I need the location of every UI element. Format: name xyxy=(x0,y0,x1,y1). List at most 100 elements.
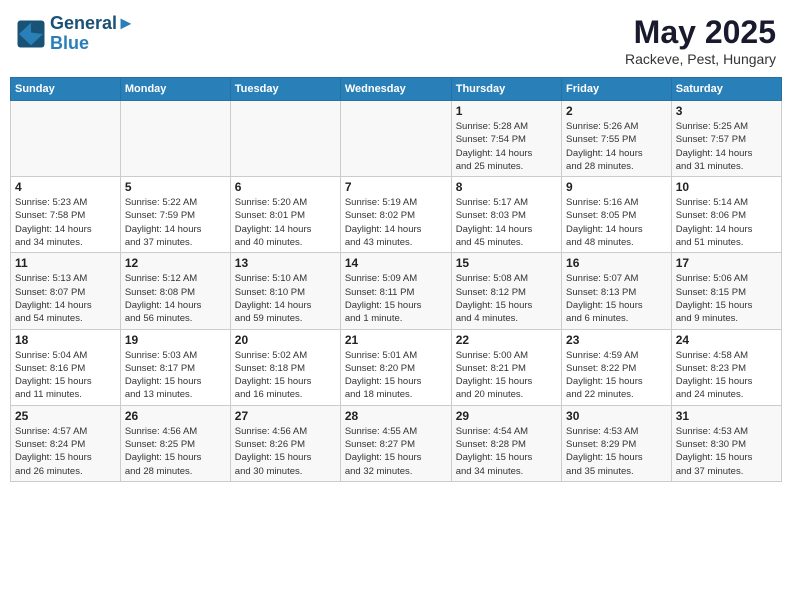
location-title: Rackeve, Pest, Hungary xyxy=(625,51,776,67)
day-number: 13 xyxy=(235,256,336,270)
day-info: Sunrise: 5:23 AMSunset: 7:58 PMDaylight:… xyxy=(15,196,116,249)
day-number: 6 xyxy=(235,180,336,194)
calendar-week: 4 Sunrise: 5:23 AMSunset: 7:58 PMDaylight… xyxy=(11,177,782,253)
day-number: 28 xyxy=(345,409,447,423)
day-info: Sunrise: 4:54 AMSunset: 8:28 PMDaylight:… xyxy=(456,425,557,478)
calendar-cell: 30 Sunrise: 4:53 AMSunset: 8:29 PMDayligh… xyxy=(562,405,672,481)
day-info: Sunrise: 4:58 AMSunset: 8:23 PMDaylight:… xyxy=(676,349,777,402)
weekday-header: Wednesday xyxy=(340,78,451,101)
calendar-cell: 13 Sunrise: 5:10 AMSunset: 8:10 PMDayligh… xyxy=(230,253,340,329)
page-header: General► Blue May 2025 Rackeve, Pest, Hu… xyxy=(10,10,782,71)
calendar-cell: 3 Sunrise: 5:25 AMSunset: 7:57 PMDaylight… xyxy=(671,101,781,177)
month-title: May 2025 xyxy=(625,14,776,51)
day-info: Sunrise: 5:14 AMSunset: 8:06 PMDaylight:… xyxy=(676,196,777,249)
calendar-cell: 6 Sunrise: 5:20 AMSunset: 8:01 PMDaylight… xyxy=(230,177,340,253)
day-number: 27 xyxy=(235,409,336,423)
day-number: 29 xyxy=(456,409,557,423)
day-info: Sunrise: 4:53 AMSunset: 8:29 PMDaylight:… xyxy=(566,425,667,478)
calendar-header: SundayMondayTuesdayWednesdayThursdayFrid… xyxy=(11,78,782,101)
calendar-cell: 23 Sunrise: 4:59 AMSunset: 8:22 PMDayligh… xyxy=(562,329,672,405)
calendar-cell: 2 Sunrise: 5:26 AMSunset: 7:55 PMDaylight… xyxy=(562,101,672,177)
calendar-week: 11Sunrise: 5:13 AMSunset: 8:07 PMDayligh… xyxy=(11,253,782,329)
calendar-cell: 20 Sunrise: 5:02 AMSunset: 8:18 PMDayligh… xyxy=(230,329,340,405)
calendar-cell xyxy=(11,101,121,177)
calendar-cell: 25 Sunrise: 4:57 AMSunset: 8:24 PMDayligh… xyxy=(11,405,121,481)
calendar-cell: 8 Sunrise: 5:17 AMSunset: 8:03 PMDaylight… xyxy=(451,177,561,253)
day-info: Sunrise: 5:28 AMSunset: 7:54 PMDaylight:… xyxy=(456,120,557,173)
day-number: 7 xyxy=(345,180,447,194)
day-number: 2 xyxy=(566,104,667,118)
weekday-header: Sunday xyxy=(11,78,121,101)
logo-icon xyxy=(16,19,46,49)
calendar-cell: 22 Sunrise: 5:00 AMSunset: 8:21 PMDayligh… xyxy=(451,329,561,405)
calendar-cell: 1 Sunrise: 5:28 AMSunset: 7:54 PMDaylight… xyxy=(451,101,561,177)
day-number: 24 xyxy=(676,333,777,347)
logo-text: General► Blue xyxy=(50,14,135,54)
day-info: Sunrise: 5:06 AMSunset: 8:15 PMDaylight:… xyxy=(676,272,777,325)
day-number: 23 xyxy=(566,333,667,347)
day-number: 25 xyxy=(15,409,116,423)
day-number: 30 xyxy=(566,409,667,423)
weekday-header: Saturday xyxy=(671,78,781,101)
calendar-cell: 19Sunrise: 5:03 AMSunset: 8:17 PMDayligh… xyxy=(120,329,230,405)
day-number: 12 xyxy=(125,256,226,270)
day-info: Sunrise: 4:59 AMSunset: 8:22 PMDaylight:… xyxy=(566,349,667,402)
day-info: Sunrise: 5:26 AMSunset: 7:55 PMDaylight:… xyxy=(566,120,667,173)
calendar-cell: 15 Sunrise: 5:08 AMSunset: 8:12 PMDayligh… xyxy=(451,253,561,329)
calendar-cell: 29 Sunrise: 4:54 AMSunset: 8:28 PMDayligh… xyxy=(451,405,561,481)
day-number: 1 xyxy=(456,104,557,118)
day-number: 5 xyxy=(125,180,226,194)
calendar-cell: 27Sunrise: 4:56 AMSunset: 8:26 PMDayligh… xyxy=(230,405,340,481)
day-number: 21 xyxy=(345,333,447,347)
calendar-table: SundayMondayTuesdayWednesdayThursdayFrid… xyxy=(10,77,782,482)
day-number: 22 xyxy=(456,333,557,347)
day-number: 9 xyxy=(566,180,667,194)
day-info: Sunrise: 4:53 AMSunset: 8:30 PMDaylight:… xyxy=(676,425,777,478)
calendar-cell: 28Sunrise: 4:55 AMSunset: 8:27 PMDayligh… xyxy=(340,405,451,481)
day-info: Sunrise: 5:01 AMSunset: 8:20 PMDaylight:… xyxy=(345,349,447,402)
calendar-cell: 7 Sunrise: 5:19 AMSunset: 8:02 PMDaylight… xyxy=(340,177,451,253)
day-number: 3 xyxy=(676,104,777,118)
day-info: Sunrise: 5:25 AMSunset: 7:57 PMDaylight:… xyxy=(676,120,777,173)
calendar-cell: 24 Sunrise: 4:58 AMSunset: 8:23 PMDayligh… xyxy=(671,329,781,405)
calendar-cell: 21 Sunrise: 5:01 AMSunset: 8:20 PMDayligh… xyxy=(340,329,451,405)
calendar-cell: 9Sunrise: 5:16 AMSunset: 8:05 PMDaylight… xyxy=(562,177,672,253)
day-number: 4 xyxy=(15,180,116,194)
weekday-header: Tuesday xyxy=(230,78,340,101)
day-number: 31 xyxy=(676,409,777,423)
day-number: 20 xyxy=(235,333,336,347)
day-info: Sunrise: 5:09 AMSunset: 8:11 PMDaylight:… xyxy=(345,272,447,325)
weekday-header: Friday xyxy=(562,78,672,101)
calendar-cell: 11Sunrise: 5:13 AMSunset: 8:07 PMDayligh… xyxy=(11,253,121,329)
day-info: Sunrise: 5:04 AMSunset: 8:16 PMDaylight:… xyxy=(15,349,116,402)
day-info: Sunrise: 5:20 AMSunset: 8:01 PMDaylight:… xyxy=(235,196,336,249)
calendar-cell: 31 Sunrise: 4:53 AMSunset: 8:30 PMDayligh… xyxy=(671,405,781,481)
day-info: Sunrise: 5:08 AMSunset: 8:12 PMDaylight:… xyxy=(456,272,557,325)
day-info: Sunrise: 5:22 AMSunset: 7:59 PMDaylight:… xyxy=(125,196,226,249)
day-info: Sunrise: 5:17 AMSunset: 8:03 PMDaylight:… xyxy=(456,196,557,249)
day-info: Sunrise: 4:56 AMSunset: 8:25 PMDaylight:… xyxy=(125,425,226,478)
day-info: Sunrise: 5:02 AMSunset: 8:18 PMDaylight:… xyxy=(235,349,336,402)
calendar-week: 18 Sunrise: 5:04 AMSunset: 8:16 PMDayligh… xyxy=(11,329,782,405)
day-info: Sunrise: 5:19 AMSunset: 8:02 PMDaylight:… xyxy=(345,196,447,249)
day-number: 16 xyxy=(566,256,667,270)
calendar-cell: 16Sunrise: 5:07 AMSunset: 8:13 PMDayligh… xyxy=(562,253,672,329)
calendar-cell xyxy=(120,101,230,177)
day-info: Sunrise: 5:10 AMSunset: 8:10 PMDaylight:… xyxy=(235,272,336,325)
calendar-cell: 4 Sunrise: 5:23 AMSunset: 7:58 PMDaylight… xyxy=(11,177,121,253)
day-number: 19 xyxy=(125,333,226,347)
day-number: 10 xyxy=(676,180,777,194)
day-number: 8 xyxy=(456,180,557,194)
day-info: Sunrise: 5:12 AMSunset: 8:08 PMDaylight:… xyxy=(125,272,226,325)
calendar-cell: 17Sunrise: 5:06 AMSunset: 8:15 PMDayligh… xyxy=(671,253,781,329)
weekday-header: Thursday xyxy=(451,78,561,101)
day-info: Sunrise: 4:57 AMSunset: 8:24 PMDaylight:… xyxy=(15,425,116,478)
calendar-cell: 10 Sunrise: 5:14 AMSunset: 8:06 PMDayligh… xyxy=(671,177,781,253)
calendar-week: 25 Sunrise: 4:57 AMSunset: 8:24 PMDayligh… xyxy=(11,405,782,481)
day-info: Sunrise: 5:00 AMSunset: 8:21 PMDaylight:… xyxy=(456,349,557,402)
day-number: 26 xyxy=(125,409,226,423)
weekday-header: Monday xyxy=(120,78,230,101)
day-number: 15 xyxy=(456,256,557,270)
calendar-cell: 26 Sunrise: 4:56 AMSunset: 8:25 PMDayligh… xyxy=(120,405,230,481)
day-number: 18 xyxy=(15,333,116,347)
